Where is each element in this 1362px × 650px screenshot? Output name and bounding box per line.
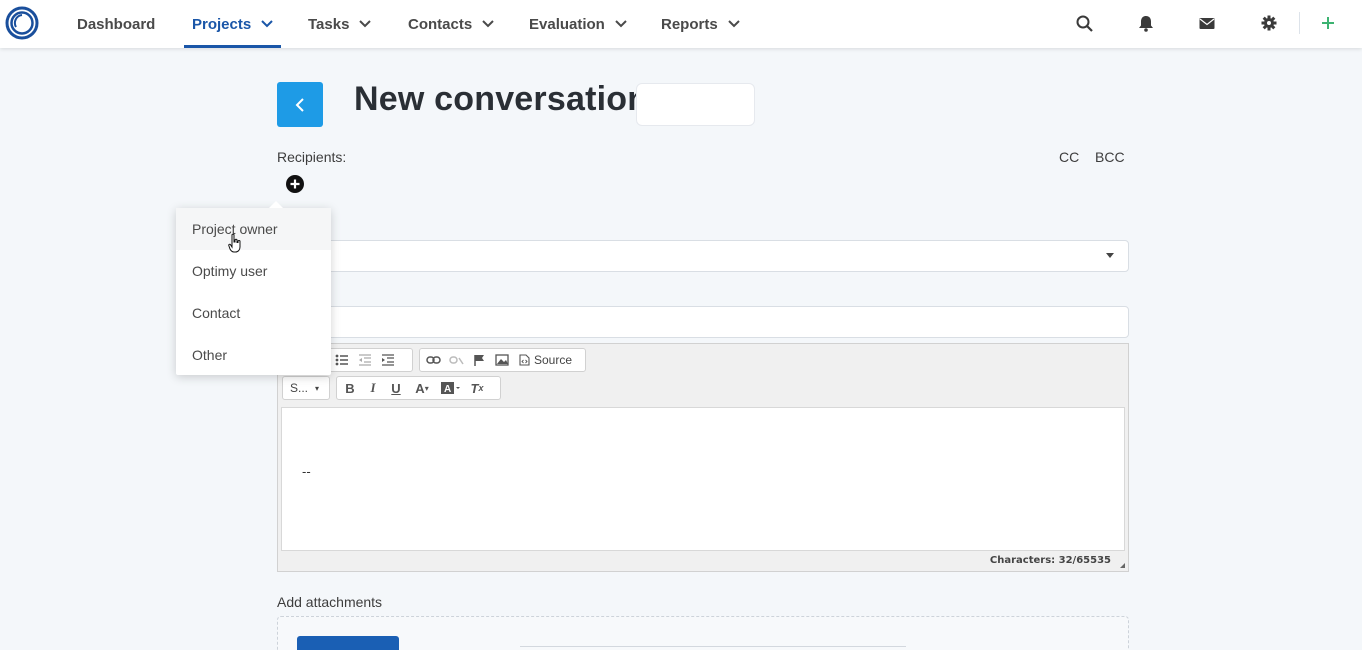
resize-grip-icon[interactable] — [1120, 563, 1125, 568]
subject-input[interactable] — [277, 306, 1129, 338]
underline-icon[interactable]: U — [386, 379, 406, 397]
optimy-logo[interactable] — [5, 6, 39, 40]
top-navbar: Dashboard Projects Tasks Contacts Evalua… — [0, 0, 1362, 48]
editor-content[interactable]: -- — [281, 407, 1125, 551]
status-box — [636, 83, 755, 126]
nav-evaluation-label: Evaluation — [529, 15, 605, 33]
background-color-icon[interactable]: A — [438, 379, 464, 397]
attachments-label: Add attachments — [277, 594, 383, 610]
insert-toolbar-group: Source — [419, 348, 586, 372]
nav-tasks-label: Tasks — [308, 15, 350, 33]
nav-contacts-label: Contacts — [408, 15, 473, 33]
outdent-icon[interactable] — [355, 351, 375, 369]
chevron-down-icon — [261, 20, 273, 28]
format-toolbar-group: B I U A ▾ A Tx — [336, 376, 501, 400]
rich-text-editor: Source S... ▾ B I U A ▾ A Tx -- Character… — [277, 343, 1129, 572]
chevron-left-icon — [295, 97, 304, 112]
nav-divider — [1299, 12, 1300, 34]
nav-reports[interactable]: Reports — [661, 0, 740, 48]
svg-text:A: A — [444, 384, 451, 395]
style-select[interactable]: S... ▾ — [282, 376, 330, 400]
recipients-label: Recipients: — [277, 149, 347, 165]
indent-icon[interactable] — [378, 351, 398, 369]
text-color-icon[interactable]: A ▾ — [409, 379, 435, 397]
attachment-dropzone[interactable] — [277, 616, 1129, 650]
gear-icon[interactable] — [1259, 13, 1279, 33]
nav-tasks[interactable]: Tasks — [308, 0, 372, 48]
menu-item-project-owner[interactable]: Project owner — [176, 208, 331, 250]
add-recipient-icon[interactable] — [286, 175, 304, 193]
search-icon[interactable] — [1074, 13, 1094, 33]
signature-text: -- — [302, 464, 311, 479]
chevron-down-icon — [615, 20, 627, 28]
nav-reports-label: Reports — [661, 15, 718, 33]
link-icon[interactable] — [423, 351, 443, 369]
caret-down-icon: ▾ — [315, 383, 320, 393]
menu-item-other[interactable]: Other — [176, 334, 331, 376]
bcc-link[interactable]: BCC — [1095, 149, 1125, 165]
bell-icon[interactable] — [1136, 13, 1156, 33]
image-icon[interactable] — [492, 351, 512, 369]
page-title: New conversation — [354, 80, 649, 118]
nav-evaluation[interactable]: Evaluation — [529, 0, 627, 48]
caret-down-icon — [1106, 253, 1114, 258]
chevron-down-icon — [727, 20, 740, 28]
template-select[interactable] — [277, 240, 1129, 272]
menu-item-optimy-user[interactable]: Optimy user — [176, 250, 331, 292]
source-icon — [519, 354, 530, 366]
italic-icon[interactable]: I — [363, 379, 383, 397]
plus-icon[interactable] — [1318, 13, 1338, 33]
anchor-flag-icon[interactable] — [469, 351, 489, 369]
bold-icon[interactable]: B — [340, 379, 360, 397]
nav-contacts[interactable]: Contacts — [408, 0, 494, 48]
source-label: Source — [534, 353, 573, 367]
nav-dashboard-label: Dashboard — [77, 15, 156, 33]
nav-projects[interactable]: Projects — [183, 0, 282, 48]
upload-file-button[interactable] — [297, 636, 399, 650]
nav-projects-label: Projects — [192, 15, 252, 33]
envelope-icon[interactable] — [1197, 13, 1217, 33]
attachment-field — [520, 646, 906, 650]
menu-item-contact[interactable]: Contact — [176, 292, 331, 334]
source-button[interactable]: Source — [515, 353, 576, 367]
hand-cursor-icon — [228, 233, 241, 253]
recipient-type-menu: Project owner Optimy user Contact Other — [176, 201, 331, 376]
back-button[interactable] — [277, 82, 323, 127]
chevron-down-icon — [359, 20, 372, 28]
style-select-label: S... — [290, 381, 309, 395]
chevron-down-icon — [482, 20, 494, 28]
character-count: Characters: 32/65535 — [989, 555, 1111, 566]
remove-format-icon[interactable]: Tx — [467, 379, 487, 397]
cc-link[interactable]: CC — [1059, 149, 1079, 165]
nav-dashboard[interactable]: Dashboard — [77, 0, 155, 48]
unlink-icon[interactable] — [446, 351, 466, 369]
bulleted-list-icon[interactable] — [332, 351, 352, 369]
